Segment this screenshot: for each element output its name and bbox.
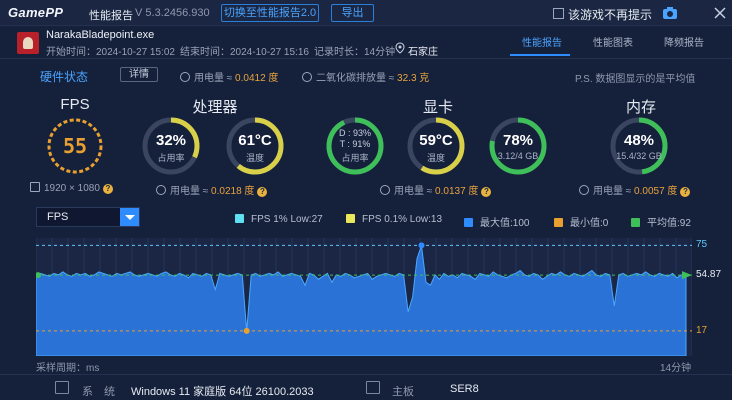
system-label: 系 统	[82, 386, 115, 398]
start-time: 开始时间：2024-10-27 15:02	[46, 47, 175, 58]
vram-value: 78%	[502, 132, 534, 149]
fps-chart[interactable]	[36, 238, 692, 356]
exe-name: NarakaBladepoint.exe	[46, 29, 155, 41]
mem-usage-value: 48%	[623, 132, 655, 149]
reference-line-label: 17	[696, 324, 708, 336]
hardware-status-title: 硬件状态	[40, 70, 89, 84]
app-logo: GamePP	[8, 5, 64, 20]
board-label: 主板	[392, 386, 414, 398]
gpu-temp-value: 59°C	[419, 132, 453, 149]
dont-show-label: 该游戏不再提示	[568, 8, 653, 22]
monitor-icon	[30, 182, 40, 192]
metric-select[interactable]: FPS	[36, 207, 140, 227]
mem-usage-label: 15.4/32 GB	[616, 151, 662, 161]
system-info-bar: 系 统 Windows 11 家庭版 64位 26100.2033 主板 SER…	[0, 374, 732, 400]
mem-title: 内存	[625, 99, 656, 116]
fps-value: 55	[62, 134, 88, 158]
max-point-marker	[418, 242, 425, 249]
tab-performance-report[interactable]: 性能报告	[522, 34, 562, 49]
x-axis-start-label: 采样周期：ms	[36, 363, 100, 374]
cpu-usage-label: 占用率	[157, 153, 185, 163]
legend-min: 最小值:0	[554, 214, 608, 229]
help-icon[interactable]: ?	[680, 187, 691, 197]
min-point-marker	[243, 327, 250, 334]
game-icon	[17, 32, 39, 54]
legend-max: 最大值:100	[464, 214, 529, 229]
help-icon[interactable]: ?	[481, 187, 492, 197]
gpu-temp-label: 温度	[426, 153, 445, 163]
metric-select-value: FPS	[47, 211, 69, 223]
power-icon	[380, 185, 390, 195]
location-pin-icon	[395, 42, 405, 54]
close-icon[interactable]	[712, 5, 728, 21]
reference-line-label: 75	[696, 239, 708, 251]
gpu-power: 用电量 ≈ 0.0137 度?	[380, 182, 492, 197]
total-power: 用电量 ≈ 0.0412 度	[180, 69, 278, 84]
gpu-t-line: T : 91%	[339, 139, 371, 149]
chevron-down-icon[interactable]	[120, 208, 139, 226]
legend-avg: 平均值:92	[631, 214, 691, 229]
legend-swatch	[554, 218, 563, 227]
fps-title: FPS	[60, 96, 90, 113]
legend-swatch	[346, 214, 355, 223]
board-value: SER8	[450, 383, 479, 395]
cpu-temp-label: 温度	[245, 153, 264, 163]
power-icon	[156, 185, 166, 195]
gpu-title: 显卡	[422, 99, 453, 116]
end-time: 结束时间：2024-10-27 15:16	[180, 47, 309, 58]
cpu-power: 用电量 ≈ 0.0218 度?	[156, 182, 268, 197]
resolution: 1920 × 1080?	[30, 182, 113, 194]
active-tab-indicator	[510, 54, 570, 56]
gpu-d-line: D : 93%	[338, 128, 371, 138]
co2-emission: 二氧化碳排放量 ≈ 32.3 克	[302, 69, 429, 84]
mem-power: 用电量 ≈ 0.0057 度?	[579, 182, 691, 197]
windows-icon	[55, 381, 69, 394]
legend-swatch	[235, 214, 244, 223]
cpu-temp-value: 61°C	[238, 132, 272, 149]
system-value: Windows 11 家庭版 64位 26100.2033	[131, 386, 314, 398]
location: 石家庄	[408, 47, 438, 58]
tab-throttle-report[interactable]: 降频报告	[664, 34, 704, 49]
x-axis-end-label: 14分钟	[660, 363, 692, 374]
help-icon[interactable]: ?	[257, 187, 268, 197]
reference-line-label: 54.87	[696, 269, 722, 281]
motherboard-icon	[366, 381, 380, 394]
legend-swatch	[631, 218, 640, 227]
version-label: V 5.3.2456.930	[135, 7, 210, 19]
details-button[interactable]: 详情	[120, 67, 158, 82]
tab-performance-chart[interactable]: 性能图表	[593, 34, 633, 49]
camera-icon[interactable]	[662, 5, 678, 21]
legend-fps-1-low: FPS 1% Low:27	[235, 214, 323, 225]
power-icon	[180, 72, 190, 82]
cpu-usage-value: 32%	[155, 132, 187, 149]
leaf-icon	[302, 72, 312, 82]
help-icon[interactable]: ?	[102, 184, 113, 194]
dont-show-checkbox[interactable]	[553, 8, 564, 19]
vram-label: 3.12/4 GB	[497, 151, 539, 161]
switch-report-button[interactable]: 切换至性能报告2.0	[221, 4, 319, 22]
ps-note: P.S. 数据图显示的是平均值	[575, 74, 696, 85]
gpu-usage-label: 占用率	[341, 153, 369, 163]
legend-swatch	[464, 218, 473, 227]
power-icon	[579, 185, 589, 195]
cpu-title: 处理器	[192, 99, 238, 116]
duration: 记录时长：14分钟	[314, 47, 396, 58]
title-bar: GamePP 性能报告 V 5.3.2456.930 切换至性能报告2.0 导出…	[0, 0, 732, 26]
export-button[interactable]: 导出	[331, 4, 374, 22]
legend-fps-01-low: FPS 0.1% Low:13	[346, 214, 442, 225]
divider	[0, 58, 732, 59]
window-title: 性能报告	[89, 10, 133, 22]
